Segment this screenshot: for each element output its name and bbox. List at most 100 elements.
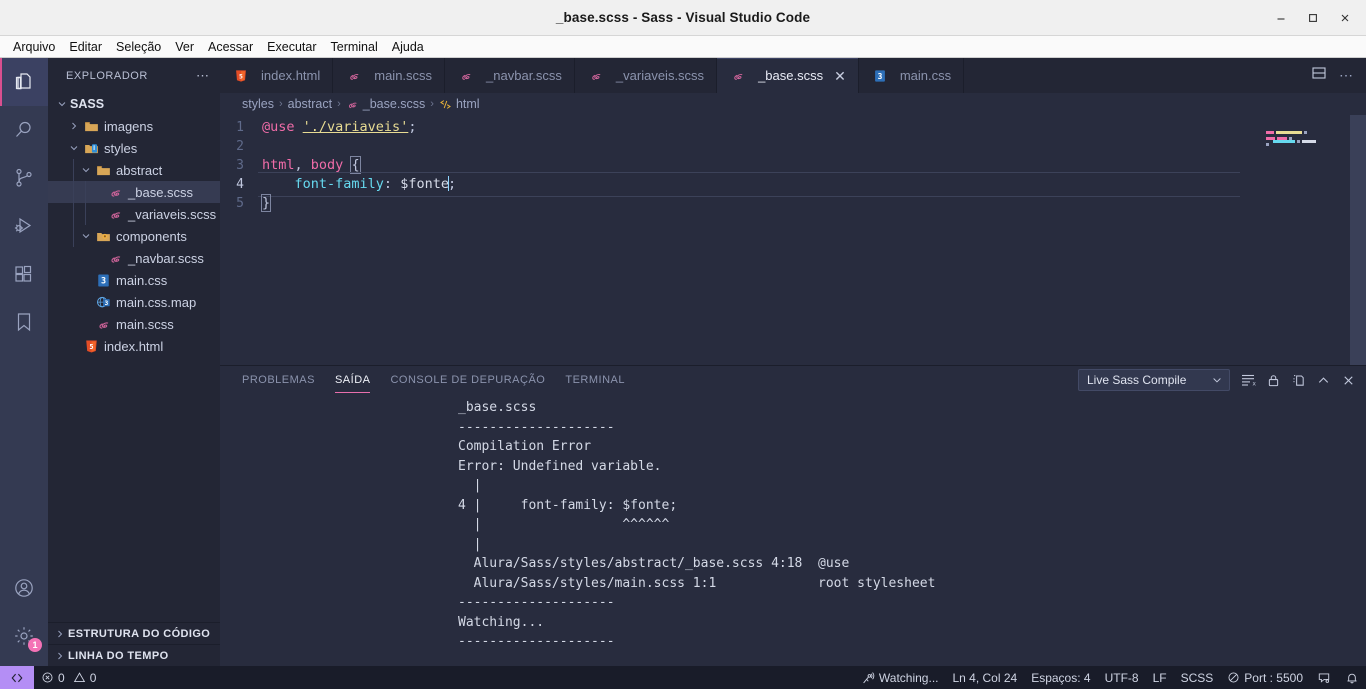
panel-tab-terminal[interactable]: TERMINAL bbox=[555, 366, 635, 394]
menu-terminal[interactable]: Terminal bbox=[324, 38, 385, 56]
feedback-icon bbox=[1317, 671, 1331, 685]
settings-gear-icon[interactable]: 1 bbox=[0, 612, 48, 660]
bookmark-icon[interactable] bbox=[0, 298, 48, 346]
status-encoding[interactable]: UTF-8 bbox=[1098, 666, 1146, 689]
output-channel-select[interactable]: Live Sass Compile bbox=[1078, 369, 1230, 391]
menu-executar[interactable]: Executar bbox=[260, 38, 323, 56]
breadcrumb-label-base-scss: _base.scss bbox=[362, 97, 426, 111]
breadcrumb-item-abstract[interactable]: abstract bbox=[288, 97, 332, 111]
remote-host-button[interactable] bbox=[0, 666, 34, 689]
search-icon[interactable] bbox=[0, 106, 48, 154]
tab-label-main-css: main.css bbox=[899, 68, 952, 83]
tree-row-main-css[interactable]: 3 main.css bbox=[48, 269, 220, 291]
menu-ver[interactable]: Ver bbox=[168, 38, 201, 56]
tree-row-components[interactable]: components bbox=[48, 225, 220, 247]
code-line-2: 2 bbox=[220, 137, 1366, 156]
svg-text:3: 3 bbox=[104, 299, 108, 306]
status-eol[interactable]: LF bbox=[1146, 666, 1174, 689]
breadcrumb-separator: › bbox=[278, 98, 283, 110]
clear-output-icon[interactable]: x bbox=[1240, 372, 1256, 388]
panel-actions: Live Sass Compile x bbox=[1078, 369, 1366, 391]
explorer-more-icon[interactable]: ⋯ bbox=[196, 68, 210, 84]
tab-base-scss[interactable]: _base.scss ✕ bbox=[717, 58, 859, 93]
status-feedback[interactable] bbox=[1310, 666, 1338, 689]
close-panel-icon[interactable] bbox=[1341, 373, 1356, 388]
explorer-icon[interactable] bbox=[0, 58, 48, 106]
tree-label-abstract: abstract bbox=[116, 162, 163, 178]
breadcrumb-item-html[interactable]: html bbox=[439, 97, 480, 111]
panel-tab-saida[interactable]: SAÍDA bbox=[325, 366, 381, 394]
more-actions-icon[interactable]: ⋯ bbox=[1339, 67, 1354, 84]
tree-label-navbar-scss: _navbar.scss bbox=[128, 250, 204, 266]
title-bar: _base.scss - Sass - Visual Studio Code bbox=[0, 0, 1366, 36]
code-token-selector-html: html bbox=[262, 157, 295, 173]
tab-variaveis-scss[interactable]: _variaveis.scss bbox=[575, 58, 718, 93]
file-tree: SASS imagens styles abstract _base.scss … bbox=[48, 93, 220, 622]
menu-editar[interactable]: Editar bbox=[62, 38, 109, 56]
status-indentation[interactable]: Espaços: 4 bbox=[1024, 666, 1097, 689]
breadcrumb-label-abstract: abstract bbox=[287, 97, 333, 111]
lock-icon[interactable] bbox=[1266, 373, 1281, 388]
window-controls bbox=[1266, 0, 1360, 36]
status-notifications[interactable] bbox=[1338, 666, 1366, 689]
minimize-button[interactable] bbox=[1266, 5, 1296, 31]
close-button[interactable] bbox=[1330, 5, 1360, 31]
sidebar-section-estrutura[interactable]: ESTRUTURA DO CÓDIGO bbox=[48, 622, 220, 644]
css-icon: 3 bbox=[94, 273, 112, 288]
menu-acessar[interactable]: Acessar bbox=[201, 38, 260, 56]
run-debug-icon[interactable] bbox=[0, 202, 48, 250]
status-live-port[interactable]: Port : 5500 bbox=[1220, 666, 1310, 689]
status-problems[interactable]: 0 0 bbox=[34, 666, 103, 689]
tab-navbar-scss[interactable]: _navbar.scss bbox=[445, 58, 575, 93]
tab-close-icon[interactable]: ✕ bbox=[834, 69, 846, 83]
code-editor[interactable]: 1 @use './variaveis'; 2 3 html, body { 4… bbox=[220, 115, 1366, 365]
status-language-mode[interactable]: SCSS bbox=[1174, 666, 1221, 689]
tab-label-main-scss: main.scss bbox=[374, 68, 433, 83]
panel-tab-console-depuracao[interactable]: CONSOLE DE DEPURAÇÃO bbox=[380, 366, 555, 394]
account-icon[interactable] bbox=[0, 564, 48, 612]
tree-label-components: components bbox=[116, 228, 187, 244]
tree-row-sass-root[interactable]: SASS bbox=[48, 93, 220, 115]
extensions-icon[interactable] bbox=[0, 250, 48, 298]
chevron-down-icon bbox=[78, 230, 94, 242]
svg-text:x: x bbox=[1252, 381, 1256, 388]
status-cursor-position[interactable]: Ln 4, Col 24 bbox=[945, 666, 1024, 689]
tree-row-base-scss[interactable]: _base.scss bbox=[48, 181, 220, 203]
sass-icon bbox=[345, 69, 363, 83]
tree-row-imagens[interactable]: imagens bbox=[48, 115, 220, 137]
tree-row-navbar-scss[interactable]: _navbar.scss bbox=[48, 247, 220, 269]
menu-arquivo[interactable]: Arquivo bbox=[6, 38, 62, 56]
sidebar-section-linha-do-tempo[interactable]: LINHA DO TEMPO bbox=[48, 644, 220, 666]
code-token-string: './variaveis' bbox=[302, 119, 409, 135]
code-content: 1 @use './variaveis'; 2 3 html, body { 4… bbox=[220, 115, 1366, 213]
split-editor-icon[interactable] bbox=[1311, 65, 1327, 86]
tab-main-css[interactable]: 3 main.css bbox=[859, 58, 965, 93]
code-line-4: 4 font-family: $fonte; bbox=[220, 172, 1366, 197]
breadcrumb-item-styles[interactable]: styles bbox=[242, 97, 274, 111]
maximize-panel-icon[interactable] bbox=[1316, 373, 1331, 388]
tree-row-main-css-map[interactable]: 3 main.css.map bbox=[48, 291, 220, 313]
notifications-bell-icon bbox=[1345, 671, 1359, 685]
output-channel-label: Live Sass Compile bbox=[1087, 373, 1187, 387]
tree-row-main-scss[interactable]: main.scss bbox=[48, 313, 220, 335]
editor-area: 5 index.html main.scss _navbar.scss _var… bbox=[220, 58, 1366, 666]
tree-row-abstract[interactable]: abstract bbox=[48, 159, 220, 181]
tree-row-index-html[interactable]: 5 index.html bbox=[48, 335, 220, 357]
minimap[interactable] bbox=[1240, 115, 1366, 365]
status-watching[interactable]: Watching... bbox=[854, 666, 946, 689]
maximize-button[interactable] bbox=[1298, 5, 1328, 31]
open-editor-icon[interactable] bbox=[1291, 373, 1306, 388]
tree-row-variaveis-scss[interactable]: _variaveis.scss bbox=[48, 203, 220, 225]
folder-icon bbox=[94, 163, 112, 178]
breadcrumb-item-base-scss[interactable]: _base.scss bbox=[346, 97, 426, 111]
menu-ajuda[interactable]: Ajuda bbox=[385, 38, 431, 56]
tree-row-styles[interactable]: styles bbox=[48, 137, 220, 159]
menu-selecao[interactable]: Seleção bbox=[109, 38, 168, 56]
source-control-icon[interactable] bbox=[0, 154, 48, 202]
panel-tab-problemas[interactable]: PROBLEMAS bbox=[232, 366, 325, 394]
minimap-slider[interactable] bbox=[1350, 115, 1366, 365]
tab-main-scss[interactable]: main.scss bbox=[333, 58, 446, 93]
tab-index-html[interactable]: 5 index.html bbox=[220, 58, 334, 93]
error-icon bbox=[41, 671, 54, 684]
